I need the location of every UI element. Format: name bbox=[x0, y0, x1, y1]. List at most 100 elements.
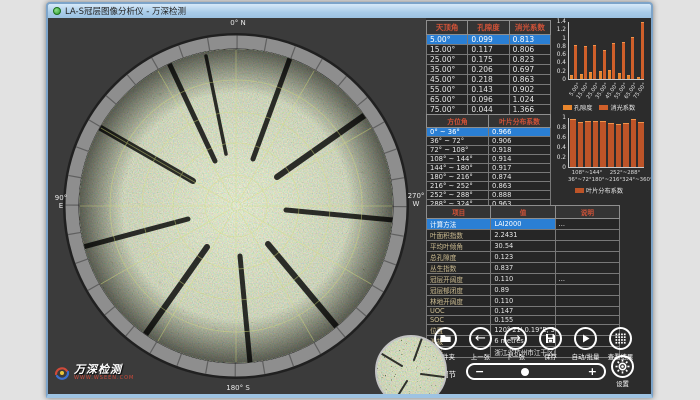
x-tick-label: 180°~216° bbox=[592, 177, 623, 183]
brand-logo: 万深检测 WWW.WSEEN.COM bbox=[54, 364, 134, 381]
table-row[interactable]: 108° ~ 144°0.914 bbox=[427, 155, 551, 164]
table-row[interactable]: 55.00°0.1430.902 bbox=[427, 85, 551, 95]
brand-site: WWW.WSEEN.COM bbox=[74, 375, 134, 381]
table-row[interactable]: 冠层开阔度0.110... bbox=[427, 274, 620, 285]
y-tick-label: 0.2 bbox=[554, 69, 566, 75]
auto-batch-button[interactable]: 自动/批量 bbox=[568, 327, 603, 361]
column-header: 说明 bbox=[555, 206, 619, 219]
table-row[interactable]: 冠层郁闭度0.89 bbox=[427, 285, 620, 296]
compass-label-east: 90°E bbox=[50, 194, 72, 210]
window-content: 0° N 180° S 90°E 270°W 万深检测 WWW.WSEEN.CO… bbox=[48, 18, 651, 396]
column-header: 叶片分布系数 bbox=[489, 115, 551, 128]
bar bbox=[580, 74, 583, 79]
table-row[interactable]: 计算方法LAI2000... bbox=[427, 219, 620, 230]
column-header: 天顶角 bbox=[427, 21, 468, 35]
column-header: 值 bbox=[491, 206, 555, 219]
y-tick-label: 0.6 bbox=[554, 52, 566, 58]
title-bar[interactable]: LA-S冠层图像分析仪 - 万深检测 bbox=[48, 4, 651, 18]
table-row[interactable]: 72° ~ 108°0.918 bbox=[427, 146, 551, 155]
table-row[interactable]: 45.00°0.2180.863 bbox=[427, 75, 551, 85]
button-label: 自动/批量 bbox=[572, 352, 600, 361]
y-tick-label: 0 bbox=[554, 77, 566, 83]
bar bbox=[593, 45, 596, 79]
toolbar: 文件夹←上一张→下一张保存自动/批量查看结果 bbox=[428, 327, 638, 361]
slider-minus[interactable]: − bbox=[475, 365, 484, 378]
table-row[interactable]: 35.00°0.2060.697 bbox=[427, 65, 551, 75]
next-button[interactable]: → 下一张 bbox=[498, 327, 533, 361]
table-row[interactable]: SOC0.155 bbox=[427, 316, 620, 325]
previous-button[interactable]: ←上一张 bbox=[463, 327, 498, 361]
segmentation-slider[interactable]: − + bbox=[466, 363, 606, 380]
azimuth-table: 方位角叶片分布系数0° ~ 36°0.96636° ~ 72°0.90672° … bbox=[426, 114, 551, 218]
zenith-table: 天顶角孔隙度消光系数5.00°0.0990.81315.00°0.1170.80… bbox=[426, 20, 551, 115]
bar bbox=[603, 50, 606, 79]
bar bbox=[608, 123, 614, 167]
bar bbox=[641, 22, 644, 79]
table-row[interactable]: 75.00°0.0441.366 bbox=[427, 105, 551, 115]
bar bbox=[570, 119, 576, 167]
table-row[interactable]: 5.00°0.0990.813 bbox=[427, 35, 551, 45]
table-row[interactable]: 15.00°0.1170.806 bbox=[427, 45, 551, 55]
bar bbox=[616, 124, 622, 167]
compass-label-south: 180° S bbox=[216, 384, 260, 392]
column-header: 项目 bbox=[427, 206, 491, 219]
arrow-right-icon: → bbox=[504, 327, 527, 350]
gear-icon bbox=[611, 355, 634, 378]
table-row[interactable]: 144° ~ 180°0.917 bbox=[427, 164, 551, 173]
y-tick-label: 0.8 bbox=[554, 44, 566, 50]
y-tick-label: 1.4 bbox=[554, 19, 566, 25]
table-row[interactable]: UOC0.147 bbox=[427, 307, 620, 316]
play-icon bbox=[574, 327, 597, 350]
table-row[interactable]: 25.00°0.1750.823 bbox=[427, 55, 551, 65]
slider-plus[interactable]: + bbox=[588, 365, 597, 378]
table-row[interactable]: 36° ~ 72°0.906 bbox=[427, 137, 551, 146]
compass-label-west: 270°W bbox=[404, 192, 428, 208]
bar bbox=[623, 123, 629, 167]
y-tick-label: 0.4 bbox=[554, 145, 566, 151]
settings-button[interactable]: 设置 bbox=[611, 355, 634, 388]
table-row[interactable]: 林地开阔度0.110 bbox=[427, 296, 620, 307]
column-header: 消光系数 bbox=[509, 21, 550, 35]
button-label: 上一张 bbox=[471, 352, 490, 361]
y-tick-label: 0 bbox=[554, 165, 566, 171]
y-tick-label: 1 bbox=[554, 115, 566, 121]
brand-name: 万深检测 bbox=[74, 364, 134, 375]
x-tick-label: 324°~360° bbox=[622, 177, 653, 183]
table-row[interactable]: 总孔隙度0.123 bbox=[427, 252, 620, 263]
table-row[interactable]: 0° ~ 36°0.966 bbox=[427, 128, 551, 137]
y-tick-label: 0.8 bbox=[554, 125, 566, 131]
table-row[interactable]: 216° ~ 252°0.863 bbox=[427, 182, 551, 191]
table-row[interactable]: 65.00°0.0961.024 bbox=[427, 95, 551, 105]
bar bbox=[574, 45, 577, 79]
y-tick-label: 1 bbox=[554, 36, 566, 42]
bar bbox=[570, 75, 573, 79]
bar bbox=[599, 71, 602, 80]
table-row[interactable]: 平均叶倾角30.54 bbox=[427, 241, 620, 252]
x-tick-label: 108°~144° bbox=[572, 170, 603, 176]
table-row[interactable]: 252° ~ 288°0.888 bbox=[427, 191, 551, 200]
y-tick-label: 1.2 bbox=[554, 27, 566, 33]
y-tick-label: 0.6 bbox=[554, 135, 566, 141]
x-tick-label: 252°~288° bbox=[610, 170, 641, 176]
table-row[interactable]: 叶面积指数2.2431 bbox=[427, 230, 620, 241]
table-row[interactable]: 丛生指数0.837 bbox=[427, 263, 620, 274]
preview-thumbnail[interactable] bbox=[374, 334, 448, 398]
bar bbox=[637, 77, 640, 79]
y-tick-label: 0.4 bbox=[554, 60, 566, 66]
slider-knob[interactable] bbox=[521, 368, 529, 376]
canopy-fisheye-image bbox=[56, 26, 416, 386]
slider-row: 分割调节 − + bbox=[426, 361, 648, 395]
bar bbox=[638, 122, 644, 167]
x-tick-label: 36°~72° bbox=[568, 177, 592, 183]
compass-label-north: 0° N bbox=[218, 19, 258, 27]
save-button[interactable]: 保存 bbox=[533, 327, 568, 361]
save-icon bbox=[539, 327, 562, 350]
bar bbox=[585, 121, 591, 167]
bar bbox=[600, 121, 606, 167]
grid-icon bbox=[609, 327, 632, 350]
button-label: 下一张 bbox=[506, 352, 525, 361]
window-title: LA-S冠层图像分析仪 - 万深检测 bbox=[65, 5, 186, 17]
table-row[interactable]: 180° ~ 216°0.874 bbox=[427, 173, 551, 182]
bar bbox=[618, 73, 621, 79]
bar bbox=[631, 37, 634, 79]
